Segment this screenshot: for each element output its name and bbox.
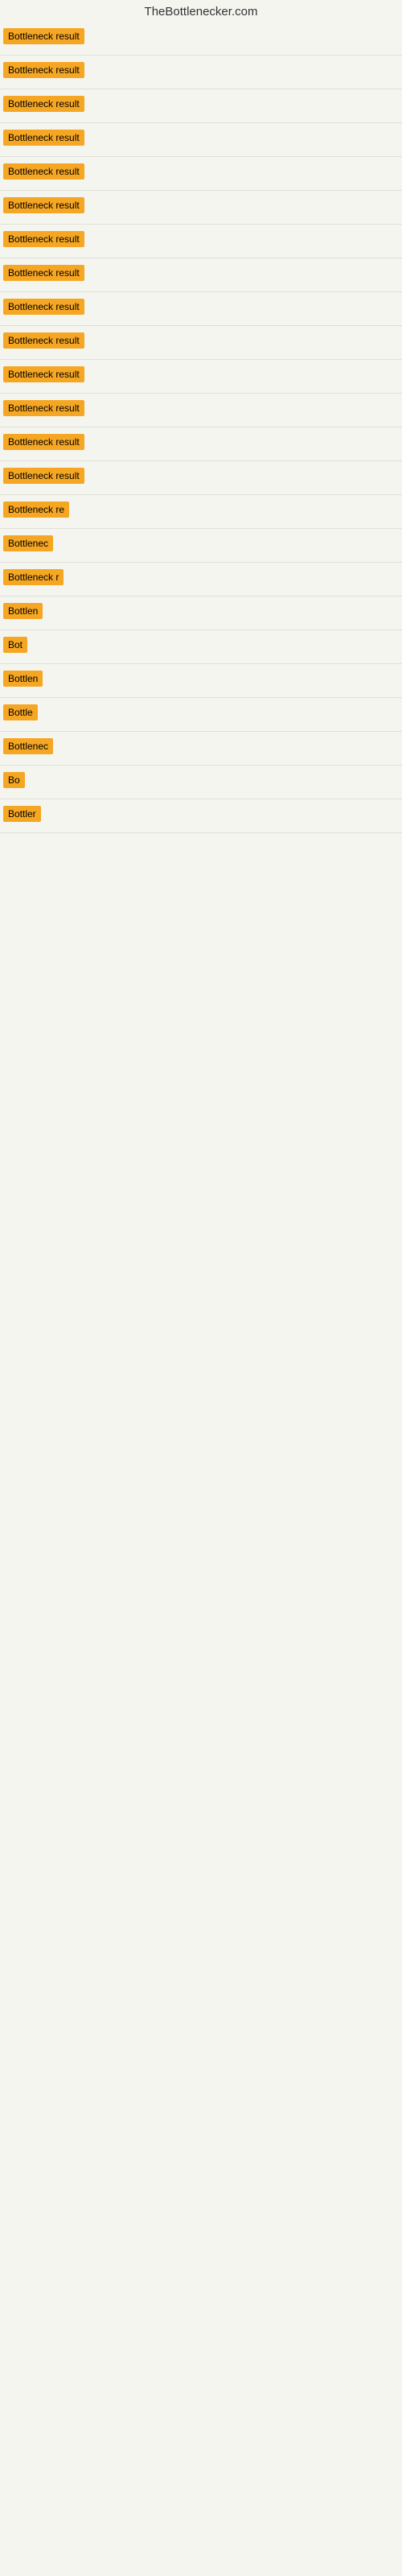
bottleneck-item-20: Bottlen [0,664,402,698]
bottleneck-badge-2[interactable]: Bottleneck result [3,62,84,78]
bottleneck-badge-20[interactable]: Bottlen [3,671,43,687]
bottleneck-badge-5[interactable]: Bottleneck result [3,163,84,180]
bottleneck-item-12: Bottleneck result [0,394,402,427]
bottleneck-badge-16[interactable]: Bottlenec [3,535,53,551]
bottleneck-item-19: Bot [0,630,402,664]
page-container: TheBottlenecker.com Bottleneck resultBot… [0,0,402,833]
bottleneck-badge-22[interactable]: Bottlenec [3,738,53,754]
bottleneck-item-5: Bottleneck result [0,157,402,191]
bottleneck-badge-1[interactable]: Bottleneck result [3,28,84,44]
bottleneck-item-6: Bottleneck result [0,191,402,225]
bottleneck-item-24: Bottler [0,799,402,833]
bottleneck-item-2: Bottleneck result [0,56,402,89]
bottleneck-item-8: Bottleneck result [0,258,402,292]
bottleneck-badge-6[interactable]: Bottleneck result [3,197,84,213]
bottleneck-badge-10[interactable]: Bottleneck result [3,332,84,349]
bottleneck-item-22: Bottlenec [0,732,402,766]
bottleneck-item-9: Bottleneck result [0,292,402,326]
bottleneck-item-23: Bo [0,766,402,799]
bottleneck-badge-12[interactable]: Bottleneck result [3,400,84,416]
bottleneck-item-1: Bottleneck result [0,22,402,56]
bottleneck-badge-21[interactable]: Bottle [3,704,38,720]
bottleneck-badge-15[interactable]: Bottleneck re [3,502,69,518]
bottleneck-item-3: Bottleneck result [0,89,402,123]
bottleneck-badge-7[interactable]: Bottleneck result [3,231,84,247]
bottleneck-badge-18[interactable]: Bottlen [3,603,43,619]
bottleneck-badge-4[interactable]: Bottleneck result [3,130,84,146]
site-header: TheBottlenecker.com [0,0,402,22]
bottleneck-item-16: Bottlenec [0,529,402,563]
bottleneck-item-13: Bottleneck result [0,427,402,461]
bottleneck-badge-8[interactable]: Bottleneck result [3,265,84,281]
bottleneck-badge-24[interactable]: Bottler [3,806,41,822]
bottleneck-item-7: Bottleneck result [0,225,402,258]
bottleneck-badge-13[interactable]: Bottleneck result [3,434,84,450]
bottleneck-item-18: Bottlen [0,597,402,630]
bottleneck-badge-19[interactable]: Bot [3,637,27,653]
site-title: TheBottlenecker.com [0,0,402,22]
bottleneck-item-14: Bottleneck result [0,461,402,495]
bottleneck-item-21: Bottle [0,698,402,732]
bottleneck-item-10: Bottleneck result [0,326,402,360]
bottleneck-badge-11[interactable]: Bottleneck result [3,366,84,382]
bottleneck-badge-9[interactable]: Bottleneck result [3,299,84,315]
bottleneck-badge-17[interactable]: Bottleneck r [3,569,64,585]
bottleneck-badge-14[interactable]: Bottleneck result [3,468,84,484]
bottleneck-item-4: Bottleneck result [0,123,402,157]
bottleneck-item-11: Bottleneck result [0,360,402,394]
bottleneck-badge-23[interactable]: Bo [3,772,25,788]
items-list: Bottleneck result Bottleneck result Bottle… [0,22,402,833]
bottleneck-item-17: Bottleneck r [0,563,402,597]
bottleneck-item-15: Bottleneck re [0,495,402,529]
bottleneck-badge-3[interactable]: Bottleneck result [3,96,84,112]
